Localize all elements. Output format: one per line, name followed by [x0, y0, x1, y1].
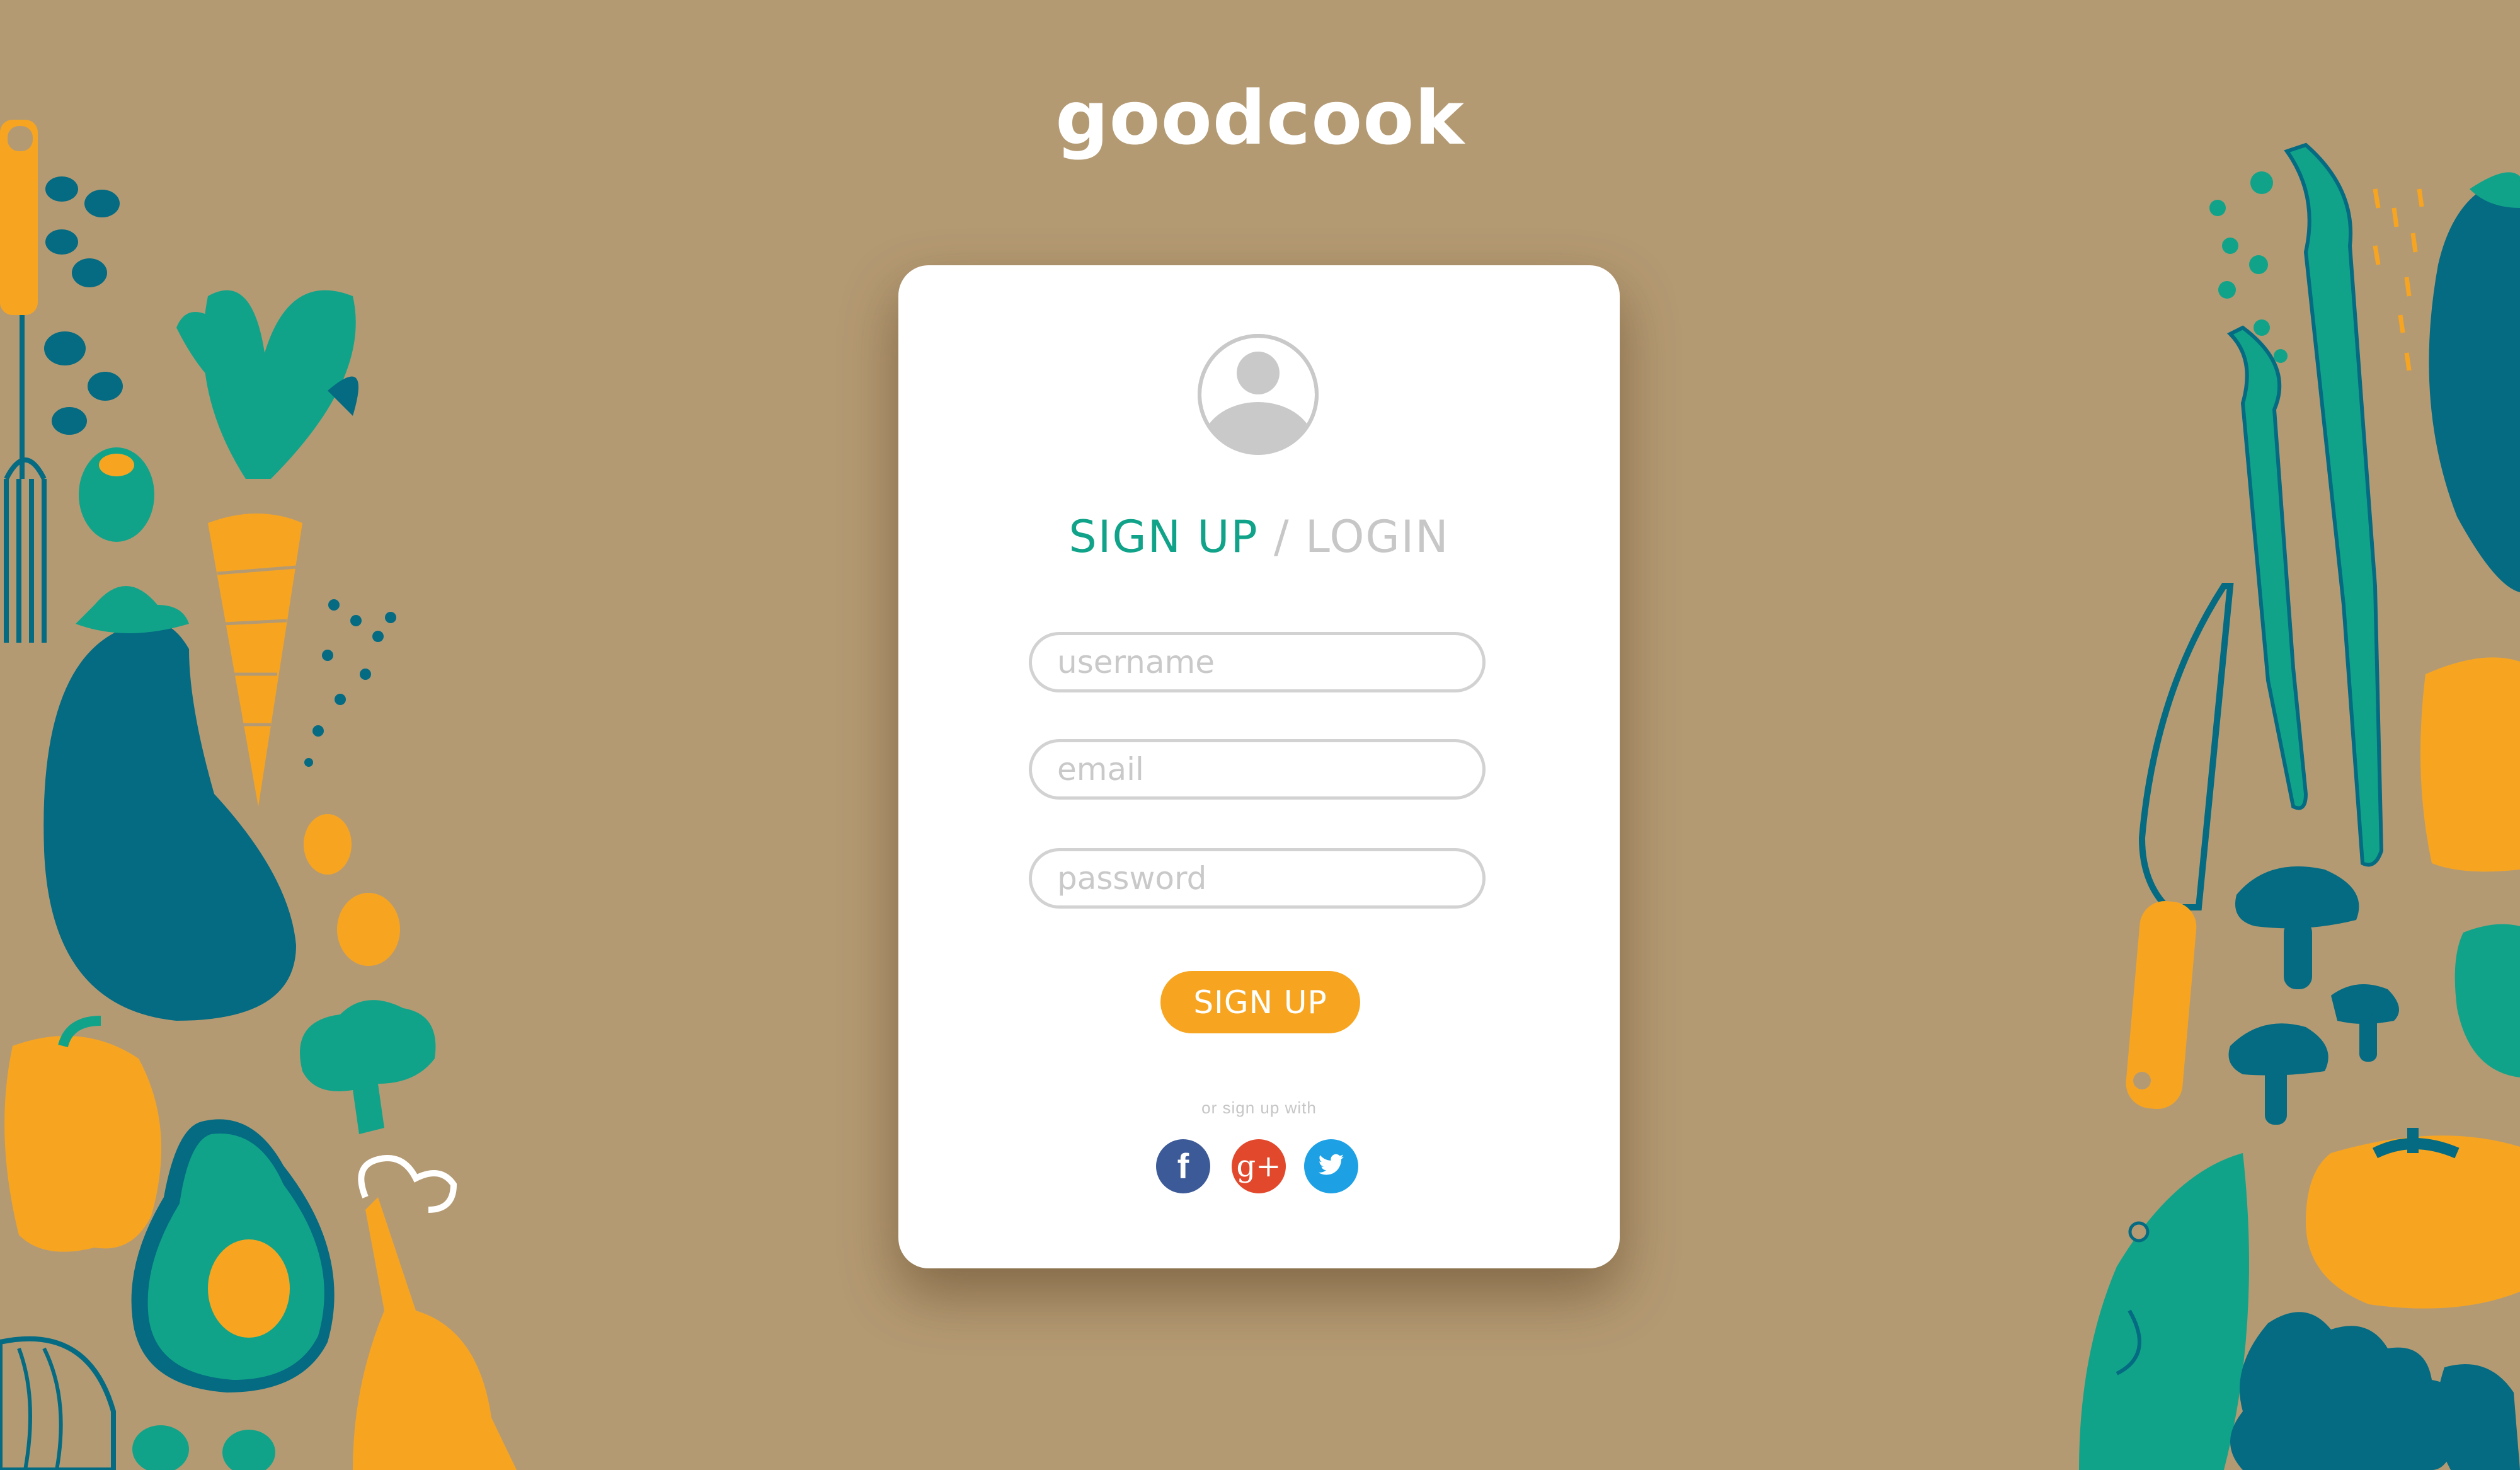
vegetable-illustration-right — [2079, 142, 2520, 1470]
password-input[interactable] — [1029, 848, 1486, 909]
twitter-icon[interactable] — [1304, 1139, 1358, 1193]
email-input[interactable] — [1029, 739, 1486, 800]
signup-card: SIGN UP / LOGIN SIGN UP or sign up with … — [898, 265, 1620, 1268]
login-tab[interactable]: LOGIN — [1305, 511, 1450, 563]
signup-tab[interactable]: SIGN UP — [1068, 511, 1258, 563]
vegetable-illustration-left — [0, 120, 517, 1470]
username-input[interactable] — [1029, 632, 1486, 692]
heading-separator: / — [1258, 511, 1305, 563]
signup-button[interactable]: SIGN UP — [1160, 971, 1360, 1033]
social-prompt: or sign up with — [1201, 1098, 1317, 1117]
user-avatar-icon — [1198, 334, 1319, 455]
google-plus-icon[interactable]: g+ — [1232, 1139, 1286, 1193]
form-heading: SIGN UP / LOGIN — [898, 511, 1620, 563]
facebook-icon[interactable]: f — [1156, 1139, 1210, 1193]
